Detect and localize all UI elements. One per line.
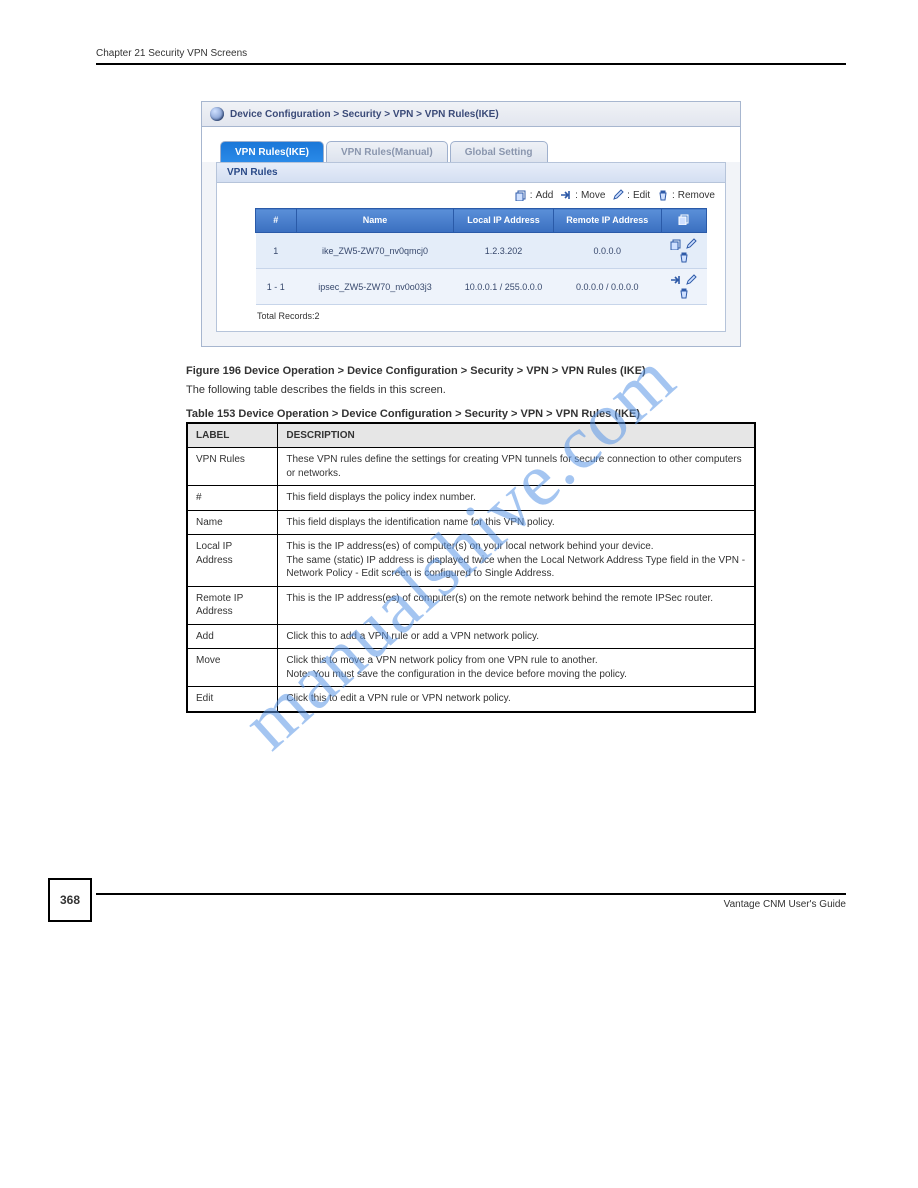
table-row: 1 ike_ZW5-ZW70_nv0qmcj0 1.2.3.202 0.0.0.… (256, 233, 707, 269)
desc-text: This is the IP address(es) of computer(s… (278, 586, 755, 624)
cell-idx: 1 - 1 (256, 269, 297, 305)
desc-head-desc: DESCRIPTION (278, 423, 755, 448)
cell-remote: 0.0.0.0 / 0.0.0.0 (553, 269, 661, 305)
header-rule (96, 63, 846, 65)
desc-text: Click this to move a VPN network policy … (278, 649, 755, 687)
breadcrumb: Device Configuration > Security > VPN > … (202, 102, 740, 127)
toolbar-add-label: Add (536, 190, 554, 201)
desc-text: This field displays the identification n… (278, 510, 755, 535)
desc-text: Click this to add a VPN rule or add a VP… (278, 624, 755, 649)
toolbar: : Add : Move : Edit : Remove (217, 183, 725, 208)
desc-label: VPN Rules (187, 448, 278, 486)
desc-label: # (187, 486, 278, 511)
cell-name: ipsec_ZW5-ZW70_nv0o03j3 (296, 269, 454, 305)
table-caption: Table 153 Device Operation > Device Conf… (186, 408, 756, 420)
orb-icon (210, 107, 224, 121)
page-number: 368 (48, 878, 92, 922)
desc-head-label: LABEL (187, 423, 278, 448)
tab-vpn-rules-ike[interactable]: VPN Rules(IKE) (220, 141, 324, 162)
edit-icon[interactable] (612, 189, 624, 201)
desc-text: This field displays the policy index num… (278, 486, 755, 511)
tab-row: VPN Rules(IKE) VPN Rules(Manual) Global … (202, 127, 740, 162)
add-icon[interactable] (670, 238, 682, 250)
remove-icon[interactable] (678, 287, 690, 299)
col-idx[interactable]: # (256, 209, 297, 233)
inner-frame: VPN Rules : Add : Move : Edit (216, 162, 726, 332)
cell-name: ike_ZW5-ZW70_nv0qmcj0 (296, 233, 454, 269)
desc-label: Add (187, 624, 278, 649)
add-icon[interactable] (515, 189, 527, 201)
chapter-heading: Chapter 21 Security VPN Screens (96, 48, 846, 59)
desc-text: Click this to edit a VPN rule or VPN net… (278, 687, 755, 712)
col-actions[interactable] (661, 209, 706, 233)
toolbar-edit-label: Edit (633, 190, 650, 201)
table-row: 1 - 1 ipsec_ZW5-ZW70_nv0o03j3 10.0.0.1 /… (256, 269, 707, 305)
tab-vpn-rules-manual[interactable]: VPN Rules(Manual) (326, 141, 448, 162)
desc-label: Remote IP Address (187, 586, 278, 624)
figure-caption: Figure 196 Device Operation > Device Con… (186, 365, 756, 377)
rules-table: # Name Local IP Address Remote IP Addres… (255, 208, 707, 305)
cell-idx: 1 (256, 233, 297, 269)
tab-global-setting[interactable]: Global Setting (450, 141, 548, 162)
cell-local: 10.0.0.1 / 255.0.0.0 (454, 269, 553, 305)
edit-icon[interactable] (685, 238, 697, 250)
remove-icon[interactable] (657, 189, 669, 201)
toolbar-remove-label: Remove (678, 190, 715, 201)
add-icon (678, 213, 690, 225)
description-table: LABEL DESCRIPTION VPN RulesThese VPN rul… (186, 422, 756, 713)
move-icon[interactable] (560, 189, 572, 201)
cell-local: 1.2.3.202 (454, 233, 553, 269)
intro-body: The following table describes the fields… (186, 383, 756, 398)
desc-label: Edit (187, 687, 278, 712)
desc-text: These VPN rules define the settings for … (278, 448, 755, 486)
desc-text: This is the IP address(es) of computer(s… (278, 535, 755, 587)
toolbar-move-label: Move (581, 190, 605, 201)
col-name[interactable]: Name (296, 209, 454, 233)
desc-label: Name (187, 510, 278, 535)
desc-label: Local IP Address (187, 535, 278, 587)
col-remote[interactable]: Remote IP Address (553, 209, 661, 233)
col-local[interactable]: Local IP Address (454, 209, 553, 233)
footer-text: Vantage CNM User's Guide (96, 895, 846, 910)
cell-actions (661, 269, 706, 305)
total-records: Total Records:2 (217, 305, 725, 331)
desc-label: Move (187, 649, 278, 687)
remove-icon[interactable] (678, 251, 690, 263)
cell-actions (661, 233, 706, 269)
move-icon[interactable] (670, 274, 682, 286)
breadcrumb-text: Device Configuration > Security > VPN > … (230, 109, 499, 120)
app-panel: Device Configuration > Security > VPN > … (201, 101, 741, 347)
section-title: VPN Rules (217, 163, 725, 183)
figure-wrapper: Device Configuration > Security > VPN > … (96, 101, 846, 347)
cell-remote: 0.0.0.0 (553, 233, 661, 269)
edit-icon[interactable] (685, 274, 697, 286)
